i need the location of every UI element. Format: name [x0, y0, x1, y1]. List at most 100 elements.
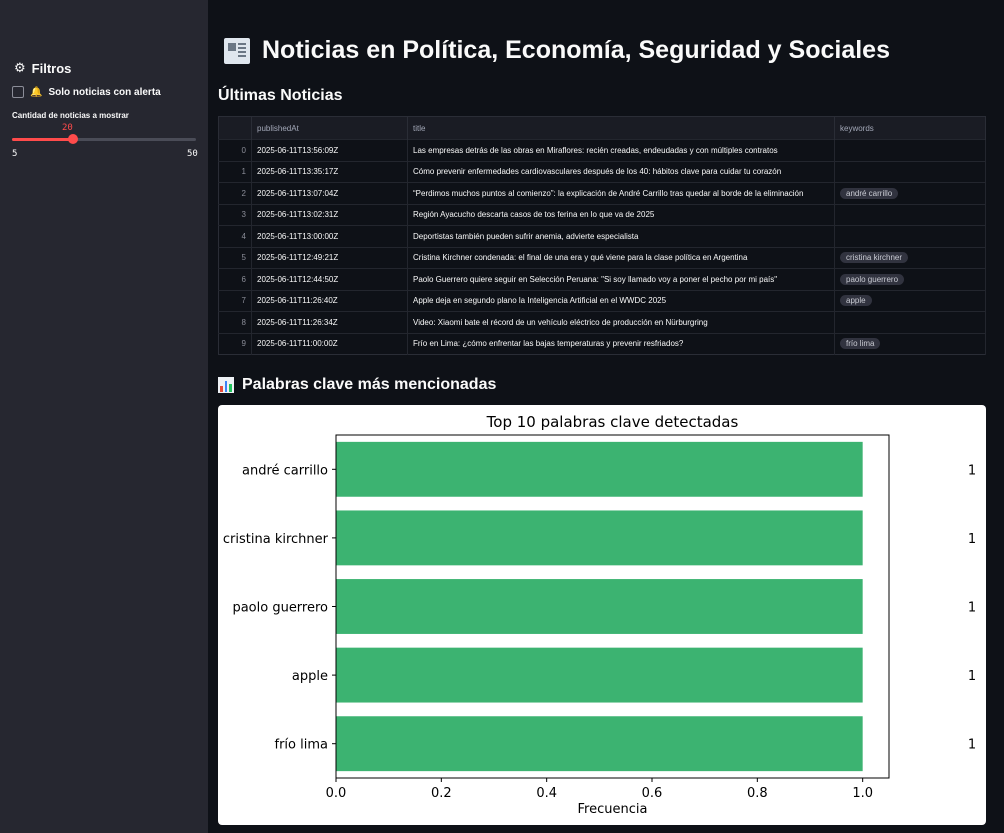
x-tick-label: 1.0 [852, 786, 873, 801]
row-title[interactable]: Frío en Lima: ¿cómo enfrentar las bajas … [407, 332, 835, 355]
row-index[interactable]: 3 [218, 203, 252, 226]
y-tick-label: paolo guerrero [232, 601, 328, 616]
filters-header: ⚙ Filtros [14, 60, 71, 76]
x-axis-label: Frecuencia [578, 802, 648, 817]
alert-only-checkbox[interactable]: 🔔 Solo noticias con alerta [12, 86, 161, 98]
x-tick-label: 0.2 [431, 786, 452, 801]
y-tick-label: andré carrillo [242, 463, 328, 478]
bar [336, 647, 863, 703]
row-title[interactable]: Video: Xiaomi bate el récord de un vehíc… [407, 311, 835, 333]
row-index[interactable]: 0 [218, 139, 252, 161]
keyword-pill: paolo guerrero [840, 273, 905, 285]
table-row[interactable]: 4 2025-06-11T13:00:00Z Deportistas también… [218, 225, 986, 247]
row-published-at[interactable]: 2025-06-11T13:07:04Z [251, 182, 408, 204]
bar [336, 441, 863, 497]
y-tick-label: frío lima [275, 738, 328, 753]
slider-max: 50 [187, 149, 198, 159]
news-count-slider[interactable] [12, 134, 196, 144]
table-row[interactable]: 6 2025-06-11T12:44:50Z Paolo Guerrero quie… [218, 268, 986, 290]
row-title[interactable]: Las empresas detrás de las obras en Mira… [407, 139, 835, 161]
bar-chart-icon [218, 377, 234, 393]
x-tick-label: 0.8 [747, 786, 768, 801]
row-title[interactable]: “Perdimos muchos puntos al comienzo”: la… [407, 182, 835, 204]
table-row[interactable]: 1 2025-06-11T13:35:17Z Cómo prevenir enfer… [218, 160, 986, 183]
news-table[interactable]: publishedAt title keywords 0 2025-06-11T1… [218, 116, 986, 355]
chart-title: Top 10 palabras clave detectadas [486, 413, 739, 431]
bar [336, 510, 863, 566]
x-tick-label: 0.0 [326, 786, 347, 801]
page-title: Noticias en Política, Economía, Segurida… [224, 36, 890, 65]
row-published-at[interactable]: 2025-06-11T13:02:31Z [251, 203, 408, 226]
row-keywords[interactable] [834, 225, 986, 247]
keywords-chart: Top 10 palabras clave detectadas andré ca… [218, 405, 986, 825]
row-published-at[interactable]: 2025-06-11T12:44:50Z [251, 268, 408, 290]
latest-news-title-text: Últimas Noticias [218, 87, 343, 104]
row-title[interactable]: Cristina Kirchner condenada: el final de… [407, 246, 835, 269]
row-keywords[interactable]: andré carrillo [834, 182, 986, 204]
row-published-at[interactable]: 2025-06-11T13:35:17Z [251, 160, 408, 183]
row-title[interactable]: Cómo prevenir enfermedades cardiovascula… [407, 160, 835, 183]
bell-icon: 🔔 [30, 86, 43, 98]
newspaper-icon [224, 37, 250, 64]
keywords-section-title: Palabras clave más mencionadas [218, 376, 496, 394]
data-label: 1 [968, 532, 976, 547]
table-row[interactable]: 0 2025-06-11T13:56:09Z Las empresas detrás… [218, 139, 986, 161]
data-label: 1 [968, 463, 976, 478]
row-keywords[interactable]: apple [834, 289, 986, 312]
column-header-keywords[interactable]: keywords [834, 116, 986, 140]
gear-icon: ⚙ [14, 60, 26, 75]
y-tick-label: apple [292, 669, 328, 684]
row-published-at[interactable]: 2025-06-11T11:26:40Z [251, 289, 408, 312]
table-row[interactable]: 9 2025-06-11T11:00:00Z Frío en Lima: ¿cómo… [218, 332, 986, 355]
column-header-title[interactable]: title [407, 116, 835, 140]
row-published-at[interactable]: 2025-06-11T11:00:00Z [251, 332, 408, 355]
slider-fill [12, 138, 74, 141]
keyword-pill: frío lima [840, 338, 881, 350]
row-title[interactable]: Región Ayacucho descarta casos de tos fe… [407, 203, 835, 226]
row-published-at[interactable]: 2025-06-11T13:00:00Z [251, 225, 408, 247]
row-index[interactable]: 9 [218, 332, 252, 355]
row-keywords[interactable] [834, 311, 986, 333]
alert-only-label: Solo noticias con alerta [48, 86, 161, 98]
row-published-at[interactable]: 2025-06-11T12:49:21Z [251, 246, 408, 269]
page-title-text: Noticias en Política, Economía, Segurida… [262, 36, 890, 64]
row-published-at[interactable]: 2025-06-11T13:56:09Z [251, 139, 408, 161]
row-title[interactable]: Apple deja en segundo plano la Inteligen… [407, 289, 835, 312]
column-header-publishedat[interactable]: publishedAt [251, 116, 408, 140]
row-index[interactable]: 6 [218, 268, 252, 290]
filters-title: Filtros [31, 60, 72, 76]
column-header-index[interactable] [218, 116, 252, 140]
table-row[interactable]: 7 2025-06-11T11:26:40Z Apple deja en segun… [218, 289, 986, 312]
row-index[interactable]: 8 [218, 311, 252, 333]
sidebar: ⚙ Filtros 🔔 Solo noticias con alerta Can… [0, 0, 208, 833]
row-index[interactable]: 4 [218, 225, 252, 247]
table-row[interactable]: 2 2025-06-11T13:07:04Z “Perdimos muchos pu… [218, 182, 986, 204]
row-index[interactable]: 1 [218, 160, 252, 183]
row-index[interactable]: 7 [218, 289, 252, 312]
data-label: 1 [968, 738, 976, 753]
row-keywords[interactable]: cristina kirchner [834, 246, 986, 269]
table-row[interactable]: 8 2025-06-11T11:26:34Z Video: Xiaomi bate … [218, 311, 986, 333]
row-index[interactable]: 2 [218, 182, 252, 204]
row-title[interactable]: Deportistas también pueden sufrir anemia… [407, 225, 835, 247]
y-tick-label: cristina kirchner [223, 532, 329, 547]
latest-news-title: Últimas Noticias [218, 87, 342, 105]
bar [336, 716, 863, 772]
data-label: 1 [968, 669, 976, 684]
checkbox-box[interactable] [12, 86, 24, 98]
keyword-pill: apple [840, 295, 872, 307]
row-keywords[interactable] [834, 203, 986, 226]
bar [336, 579, 863, 634]
table-row[interactable]: 3 2025-06-11T13:02:31Z Región Ayacucho des… [218, 203, 986, 226]
row-keywords[interactable]: frío lima [834, 332, 986, 355]
row-published-at[interactable]: 2025-06-11T11:26:34Z [251, 311, 408, 333]
row-title[interactable]: Paolo Guerrero quiere seguir en Selecció… [407, 268, 835, 290]
table-row[interactable]: 5 2025-06-11T12:49:21Z Cristina Kirchner c… [218, 246, 986, 269]
row-keywords[interactable] [834, 139, 986, 161]
row-index[interactable]: 5 [218, 246, 252, 269]
keywords-chart-svg: Top 10 palabras clave detectadas andré ca… [223, 413, 976, 817]
row-keywords[interactable]: paolo guerrero [834, 268, 986, 290]
main-content: Noticias en Política, Economía, Segurida… [208, 0, 1004, 833]
slider-thumb[interactable] [68, 134, 79, 144]
row-keywords[interactable] [834, 160, 986, 183]
